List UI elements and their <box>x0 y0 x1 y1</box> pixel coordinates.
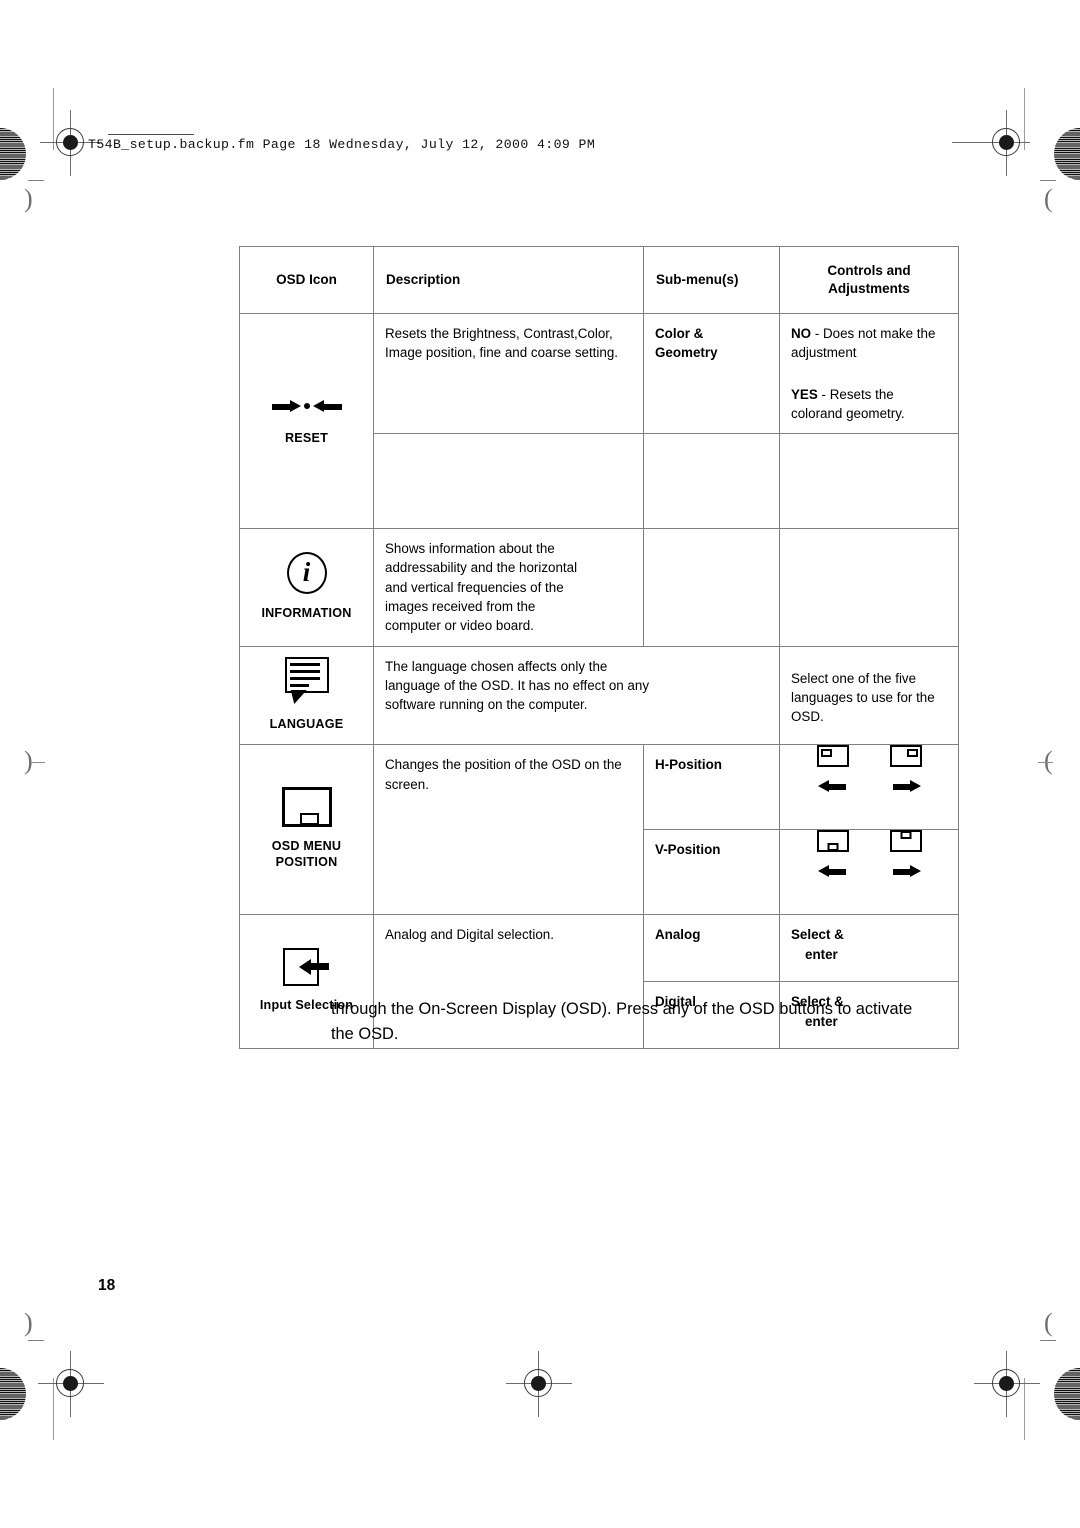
osd-icon-cell-reset: RESET <box>239 312 374 530</box>
h-position-left-icon <box>816 745 849 768</box>
osd-icon-label-language: LANGUAGE <box>269 716 344 731</box>
color-swatch-top-right <box>1054 128 1080 180</box>
table-row-osd-menu-position-h: OSD MENU POSITION Changes the position o… <box>239 744 959 916</box>
registration-mark-top-right <box>952 110 1030 176</box>
controls-cell-reset: NO - Does not make the adjustment YES - … <box>779 312 959 435</box>
column-header-description: Description <box>373 246 644 314</box>
h-position-left-control <box>816 745 849 795</box>
osd-icon-label-osd-menu-line1: OSD MENU <box>271 839 342 854</box>
osd-controls-table: OSD Icon Description Sub-menu(s) Control… <box>239 246 959 1050</box>
column-header-controls-line1: Controls and <box>827 263 911 279</box>
v-position-right-control <box>889 830 922 880</box>
trim-dash-top-right <box>1040 180 1056 182</box>
description-cell-osd-menu-position: Changes the position of the OSD on the s… <box>373 744 644 916</box>
arrow-right-icon <box>891 862 921 880</box>
osd-icon-label-information: INFORMATION <box>261 605 352 620</box>
trim-dash-bottom-left <box>28 1340 44 1342</box>
table-row-input-selection-analog: Input Selection Analog and Digital selec… <box>239 914 959 1050</box>
color-swatch-top-left <box>0 128 26 180</box>
h-position-right-icon <box>889 745 922 768</box>
controls-cell-h-position <box>779 744 959 831</box>
v-position-left-control <box>816 830 849 880</box>
osd-icon-cell-language: LANGUAGE <box>239 645 374 746</box>
sub-menu-reset-line2: Geometry <box>655 345 718 361</box>
osd-icon-label-osd-menu-position: OSD MENU POSITION <box>244 839 369 870</box>
arrow-left-icon <box>817 862 848 880</box>
bow-mark-bottom-left: ) <box>24 1308 33 1337</box>
color-swatch-bottom-right <box>1054 1368 1080 1420</box>
trim-dash-bottom-right <box>1040 1340 1056 1342</box>
osd-icon-cell-information: i INFORMATION <box>239 528 374 647</box>
osd-icon-label-osd-menu-line2: POSITION <box>275 854 338 869</box>
bow-mark-top-right: ( <box>1044 184 1053 213</box>
v-position-up-icon <box>889 830 922 853</box>
h-position-right-control <box>889 745 922 795</box>
tick-mark-mid-right <box>1038 762 1053 764</box>
sub-menu-cell-analog: Analog <box>643 914 780 983</box>
controls-cell-empty <box>779 433 959 530</box>
description-cell-reset: Resets the Brightness, Contrast,Color, I… <box>373 312 644 435</box>
description-cell-language: The language chosen affects only the lan… <box>373 645 780 746</box>
sub-menu-cell-reset: Color & Geometry <box>643 312 780 435</box>
body-paragraph: through the On-Screen Display (OSD). Pre… <box>331 1000 913 1043</box>
registration-mark-bottom-center <box>506 1351 572 1417</box>
controls-reset-no-label: NO <box>791 326 812 341</box>
registration-mark-bottom-right <box>974 1351 1040 1417</box>
controls-cell-analog: Select & enter <box>779 914 959 983</box>
table-row-information: i INFORMATION Shows information about th… <box>239 528 959 647</box>
sub-menu-cell-v-position: V-Position <box>643 829 780 916</box>
sub-menu-cell-information <box>643 528 780 647</box>
controls-cell-information <box>779 528 959 647</box>
language-icon <box>283 656 331 705</box>
sub-menu-cell-h-position: H-Position <box>643 744 780 831</box>
controls-cell-language: Select one of the five languages to use … <box>779 645 959 746</box>
osd-icon-cell-osd-menu-position: OSD MENU POSITION <box>239 744 374 916</box>
registration-mark-bottom-left <box>38 1351 104 1417</box>
table-row-language: LANGUAGE The language chosen affects onl… <box>239 645 959 746</box>
column-header-controls-adjustments: Controls and Adjustments <box>779 246 959 314</box>
reset-icon <box>268 393 346 419</box>
bow-mark-top-left: ) <box>24 184 33 213</box>
bow-mark-bottom-right: ( <box>1044 1308 1053 1337</box>
tick-mark-mid-left <box>30 762 45 764</box>
controls-analog-line1: Select & <box>791 927 844 943</box>
controls-reset-yes: YES - Resets the colorand geometry. <box>791 385 947 424</box>
controls-analog-line2: enter <box>805 946 838 962</box>
page-number: 18 <box>98 1277 116 1294</box>
file-header: T54B_setup.backup.fm Page 18 Wednesday, … <box>88 134 596 152</box>
file-header-text: T54B_setup.backup.fm Page 18 Wednesday, … <box>88 137 596 152</box>
arrow-right-icon <box>891 777 921 795</box>
osd-menu-position-icon <box>281 787 332 828</box>
sub-menu-cell-empty <box>643 433 780 530</box>
bow-mark-mid-left: ) <box>24 746 33 775</box>
column-header-osd-icon: OSD Icon <box>239 246 374 314</box>
controls-reset-yes-label: YES <box>791 386 818 402</box>
description-cell-empty <box>373 433 644 530</box>
trim-dash-top-left <box>28 180 44 182</box>
arrow-left-icon <box>817 777 848 795</box>
description-cell-information: Shows information about the addressabili… <box>373 528 644 647</box>
controls-reset-no-text: - Does not make the adjustment <box>791 326 936 361</box>
table-row-reset: RESET Resets the Brightness, Contrast,Co… <box>239 312 959 530</box>
input-selection-icon <box>282 948 331 987</box>
information-icon-char: i <box>302 556 311 587</box>
osd-icon-label-reset: RESET <box>285 431 328 446</box>
controls-reset-no: NO - Does not make the adjustment <box>791 324 947 363</box>
column-header-controls-line2: Adjustments <box>828 281 910 296</box>
controls-cell-v-position <box>779 829 959 916</box>
sub-menu-reset-line1: Color & <box>655 326 704 341</box>
table-header-row: OSD Icon Description Sub-menu(s) Control… <box>239 246 959 314</box>
column-header-sub-menus: Sub-menu(s) <box>643 246 780 314</box>
file-header-rule <box>108 134 194 135</box>
color-swatch-bottom-left <box>0 1368 26 1420</box>
v-position-down-icon <box>816 830 849 853</box>
bow-mark-mid-right: ( <box>1044 746 1053 775</box>
information-icon: i <box>286 551 327 594</box>
